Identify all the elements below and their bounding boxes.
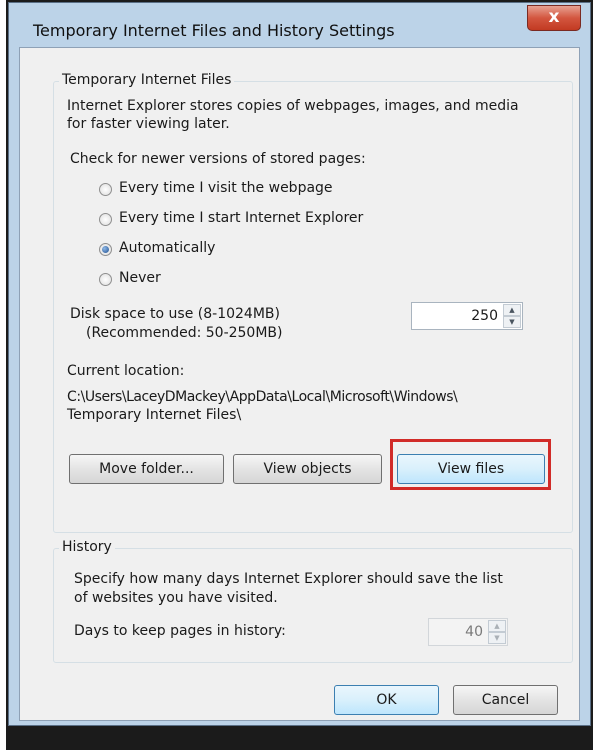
close-icon: x bbox=[548, 7, 560, 27]
days-history-value[interactable]: 40 bbox=[465, 624, 483, 640]
radio-every-visit[interactable] bbox=[99, 183, 112, 196]
current-location-path-line2: Temporary Internet Files\ bbox=[67, 407, 242, 423]
spin-down-icon[interactable]: ▼ bbox=[503, 316, 521, 328]
radio-every-start[interactable] bbox=[99, 213, 112, 226]
temporary-files-description-line1: Internet Explorer stores copies of webpa… bbox=[67, 98, 519, 114]
radio-automatically[interactable] bbox=[99, 243, 112, 256]
current-location-path-line1: C:\Users\LaceyDMackey\AppData\Local\Micr… bbox=[67, 389, 458, 405]
radio-never[interactable] bbox=[99, 273, 112, 286]
cancel-button[interactable]: Cancel bbox=[453, 685, 558, 715]
days-history-label: Days to keep pages in history: bbox=[74, 623, 286, 639]
history-description-line2: of websites you have visited. bbox=[74, 590, 278, 606]
dialog-body: Temporary Internet Files Internet Explor… bbox=[19, 47, 580, 721]
dialog-title: Temporary Internet Files and History Set… bbox=[33, 21, 395, 40]
history-description-line1: Specify how many days Internet Explorer … bbox=[74, 571, 503, 587]
days-spin-down-icon[interactable]: ▼ bbox=[488, 632, 506, 644]
disk-space-spinner[interactable]: 250 ▲ ▼ bbox=[411, 302, 523, 330]
view-files-highlight-box bbox=[390, 439, 551, 490]
view-objects-button[interactable]: View objects bbox=[233, 454, 382, 484]
radio-never-label[interactable]: Never bbox=[119, 270, 161, 286]
close-button[interactable]: x bbox=[527, 5, 581, 31]
move-folder-button[interactable]: Move folder... bbox=[69, 454, 224, 484]
radio-automatically-label[interactable]: Automatically bbox=[119, 240, 215, 256]
radio-every-visit-label[interactable]: Every time I visit the webpage bbox=[119, 180, 333, 196]
history-group-title: History bbox=[59, 539, 115, 555]
days-history-spinner[interactable]: 40 ▲ ▼ bbox=[428, 618, 508, 646]
spin-up-icon[interactable]: ▲ bbox=[503, 304, 521, 316]
current-location-label: Current location: bbox=[67, 363, 185, 379]
temporary-files-description-line2: for faster viewing later. bbox=[67, 116, 230, 132]
radio-every-start-label[interactable]: Every time I start Internet Explorer bbox=[119, 210, 363, 226]
disk-space-label: Disk space to use (8-1024MB) bbox=[70, 306, 280, 322]
ok-button[interactable]: OK bbox=[334, 685, 439, 715]
temporary-files-group-title: Temporary Internet Files bbox=[59, 72, 235, 88]
disk-space-value[interactable]: 250 bbox=[471, 308, 498, 324]
disk-space-recommended-label: (Recommended: 50-250MB) bbox=[86, 325, 283, 341]
days-spin-up-icon[interactable]: ▲ bbox=[488, 620, 506, 632]
settings-dialog: Temporary Internet Files and History Set… bbox=[8, 2, 591, 726]
check-newer-label: Check for newer versions of stored pages… bbox=[70, 151, 366, 167]
